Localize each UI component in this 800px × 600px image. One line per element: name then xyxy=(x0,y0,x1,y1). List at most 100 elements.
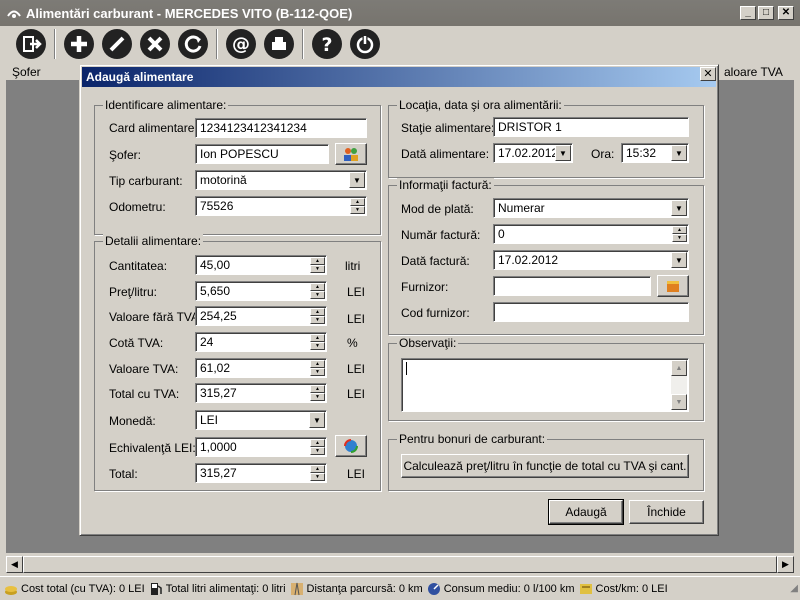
driver-input[interactable]: Ion POPESCU xyxy=(195,144,329,164)
notes-scrollbar[interactable]: ▲ ▼ xyxy=(671,360,687,410)
add-fuel-button[interactable]: Adaugă xyxy=(548,499,624,525)
total-input[interactable]: 315,27 ▲ ▼ xyxy=(195,463,327,483)
group-notes-legend: Observaţii: xyxy=(397,336,459,350)
cost-per-km-icon xyxy=(579,582,593,596)
dialog-titlebar: Adaugă alimentare xyxy=(82,67,716,87)
svg-text:@: @ xyxy=(232,34,250,55)
dialog-close-button[interactable]: ✕ xyxy=(700,67,716,81)
close-dialog-button[interactable]: Închide xyxy=(629,500,704,524)
net-value-input[interactable]: 254,25 ▲ ▼ xyxy=(195,306,327,326)
chevron-down-icon[interactable]: ▼ xyxy=(671,200,687,216)
dialog-title: Adaugă alimentare xyxy=(86,70,194,84)
chevron-down-icon[interactable]: ▼ xyxy=(309,412,325,428)
supplier-input[interactable] xyxy=(493,276,651,296)
text-caret xyxy=(406,362,407,375)
total-spinner[interactable]: ▲ ▼ xyxy=(310,465,325,481)
exchange-rate-label: Echivalenţă LEI: xyxy=(109,441,196,455)
currency-select[interactable]: LEI ▼ xyxy=(195,410,327,430)
quantity-value: 45,00 xyxy=(200,258,231,272)
delete-button[interactable] xyxy=(138,27,172,61)
gauge-icon xyxy=(427,582,441,596)
vat-value: 61,02 xyxy=(200,361,231,375)
exchange-rate-input[interactable]: 1,0000 ▲ ▼ xyxy=(195,437,327,457)
print-button[interactable] xyxy=(262,27,296,61)
resize-grip-icon[interactable]: ◢ xyxy=(790,583,798,594)
chevron-down-icon[interactable]: ▼ xyxy=(349,172,365,188)
fuel-date-label: Dată alimentare: xyxy=(401,147,490,161)
scroll-up-icon[interactable]: ▲ xyxy=(671,360,687,376)
minimize-button[interactable]: _ xyxy=(740,6,756,20)
net-value-spinner[interactable]: ▲ ▼ xyxy=(310,308,325,324)
scroll-down-icon[interactable]: ▼ xyxy=(671,394,687,410)
column-header-vat[interactable]: aloare TVA xyxy=(724,65,783,79)
price-spinner[interactable]: ▲ ▼ xyxy=(310,283,325,299)
vat-value-input[interactable]: 61,02 ▲ ▼ xyxy=(195,358,327,378)
help-button[interactable]: ? xyxy=(310,27,344,61)
road-icon xyxy=(290,582,304,596)
total-value: 315,27 xyxy=(200,466,237,480)
time-value: 15:32 xyxy=(626,146,657,160)
chevron-down-icon[interactable]: ▼ xyxy=(555,145,571,161)
fuel-type-select[interactable]: motorină ▼ xyxy=(195,170,367,190)
group-notes: Observaţii: ▲ ▼ xyxy=(388,336,704,421)
quantity-spinner[interactable]: ▲ ▼ xyxy=(310,257,325,273)
station-input[interactable]: DRISTOR 1 xyxy=(493,117,689,137)
fuel-date-picker[interactable]: 17.02.2012 ▼ xyxy=(493,143,573,163)
notes-textarea[interactable]: ▲ ▼ xyxy=(401,358,689,412)
net-value-unit: LEI xyxy=(347,312,366,326)
email-icon: @ xyxy=(226,29,256,59)
card-input[interactable]: 1234123412341234 xyxy=(195,118,367,138)
select-supplier-button[interactable] xyxy=(657,275,689,297)
supplier-icon xyxy=(667,281,679,292)
chevron-down-icon[interactable]: ▼ xyxy=(671,145,687,161)
power-icon xyxy=(350,29,380,59)
globe-refresh-icon xyxy=(344,439,358,453)
odometer-input[interactable]: 75526 ▲ ▼ xyxy=(195,196,367,216)
time-picker[interactable]: 15:32 ▼ xyxy=(621,143,689,163)
email-button[interactable]: @ xyxy=(224,27,258,61)
price-input[interactable]: 5,650 ▲ ▼ xyxy=(195,281,327,301)
toolbar: @ ? xyxy=(0,26,800,62)
group-location-legend: Locaţia, data şi ora alimentării: xyxy=(397,98,564,112)
gross-total-spinner[interactable]: ▲ ▼ xyxy=(310,385,325,401)
add-button[interactable] xyxy=(62,27,96,61)
vat-rate-input[interactable]: 24 ▲ ▼ xyxy=(195,332,327,352)
vat-rate-label: Cotă TVA: xyxy=(109,336,164,350)
quantity-input[interactable]: 45,00 ▲ ▼ xyxy=(195,255,327,275)
close-window-button[interactable]: ✕ xyxy=(778,6,794,20)
supplier-code-input[interactable] xyxy=(493,302,689,322)
payment-method-select[interactable]: Numerar ▼ xyxy=(493,198,689,218)
coins-icon xyxy=(4,582,18,596)
supplier-code-label: Cod furnizor: xyxy=(401,306,470,320)
fuel-type-value: motorină xyxy=(200,173,247,187)
invoice-number-input[interactable]: 0 ▲ ▼ xyxy=(493,224,689,244)
chevron-down-icon[interactable]: ▼ xyxy=(671,252,687,268)
calculate-price-button[interactable]: Calculează preţ/litru în funcţie de tota… xyxy=(401,454,689,478)
supplier-label: Furnizor: xyxy=(401,280,449,294)
scroll-right-icon[interactable]: ▶ xyxy=(777,556,794,573)
scroll-thumb[interactable] xyxy=(23,556,777,573)
edit-button[interactable] xyxy=(100,27,134,61)
invoice-number-spinner[interactable]: ▲ ▼ xyxy=(672,226,687,242)
exit-icon xyxy=(16,29,46,59)
horizontal-scrollbar[interactable]: ◀ ▶ xyxy=(6,556,794,573)
toolbar-separator xyxy=(216,29,218,59)
update-rate-button[interactable] xyxy=(335,435,367,457)
scroll-left-icon[interactable]: ◀ xyxy=(6,556,23,573)
vat-rate-spinner[interactable]: ▲ ▼ xyxy=(310,334,325,350)
power-button[interactable] xyxy=(348,27,382,61)
fuel-pump-icon xyxy=(149,582,163,596)
select-driver-button[interactable] xyxy=(335,143,367,165)
odometer-spinner[interactable]: ▲ ▼ xyxy=(350,198,365,214)
exchange-rate-spinner[interactable]: ▲ ▼ xyxy=(310,439,325,455)
price-value: 5,650 xyxy=(200,284,231,298)
maximize-button[interactable]: □ xyxy=(758,6,774,20)
vat-value-spinner[interactable]: ▲ ▼ xyxy=(310,360,325,376)
refresh-button[interactable] xyxy=(176,27,210,61)
currency-value: LEI xyxy=(200,413,219,427)
gross-total-label: Total cu TVA: xyxy=(109,387,180,401)
column-header-driver[interactable]: Şofer xyxy=(12,65,41,79)
gross-total-input[interactable]: 315,27 ▲ ▼ xyxy=(195,383,327,403)
exit-button[interactable] xyxy=(14,27,48,61)
invoice-date-picker[interactable]: 17.02.2012 ▼ xyxy=(493,250,689,270)
